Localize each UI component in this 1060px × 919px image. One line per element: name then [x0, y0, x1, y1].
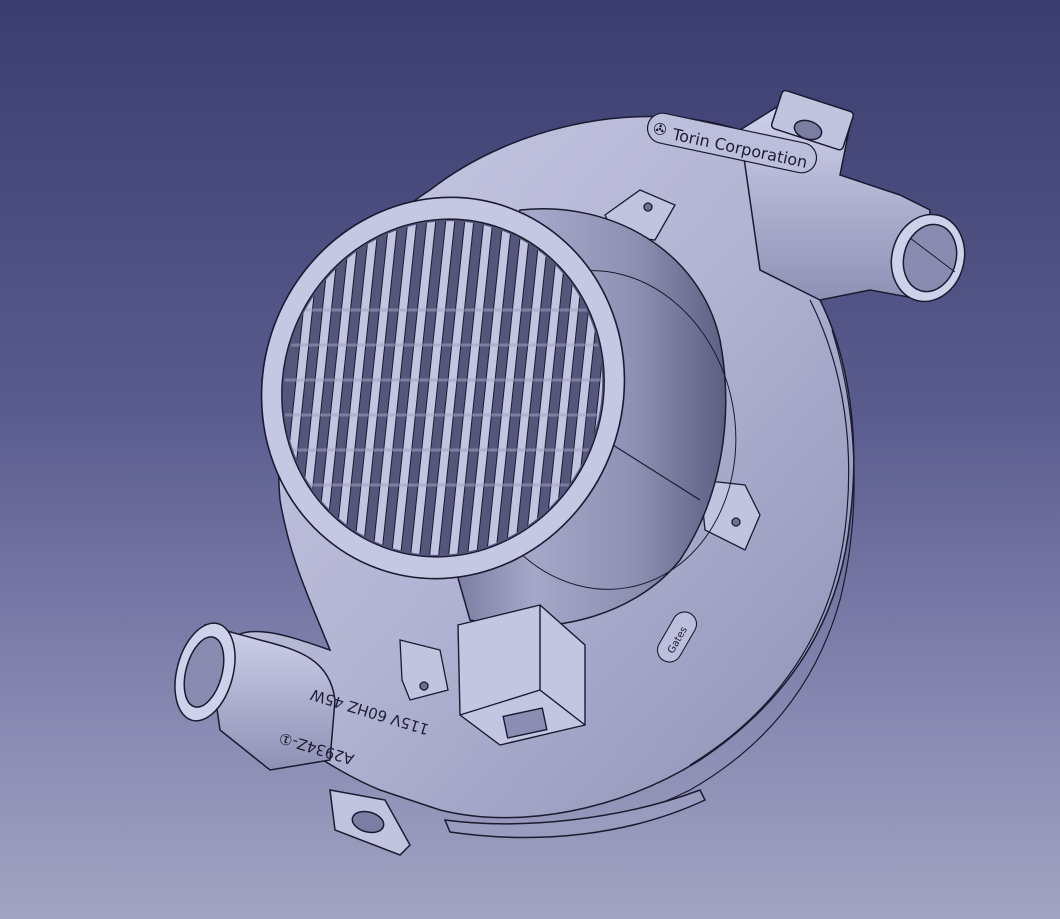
blower-housing-model[interactable]: ✇ Torin Corporation 115V 60HZ 45W A2934Z…	[0, 0, 1060, 919]
outlet-pipe	[739, 89, 966, 303]
3d-viewport[interactable]: ✇ Torin Corporation 115V 60HZ 45W A2934Z…	[0, 0, 1060, 919]
